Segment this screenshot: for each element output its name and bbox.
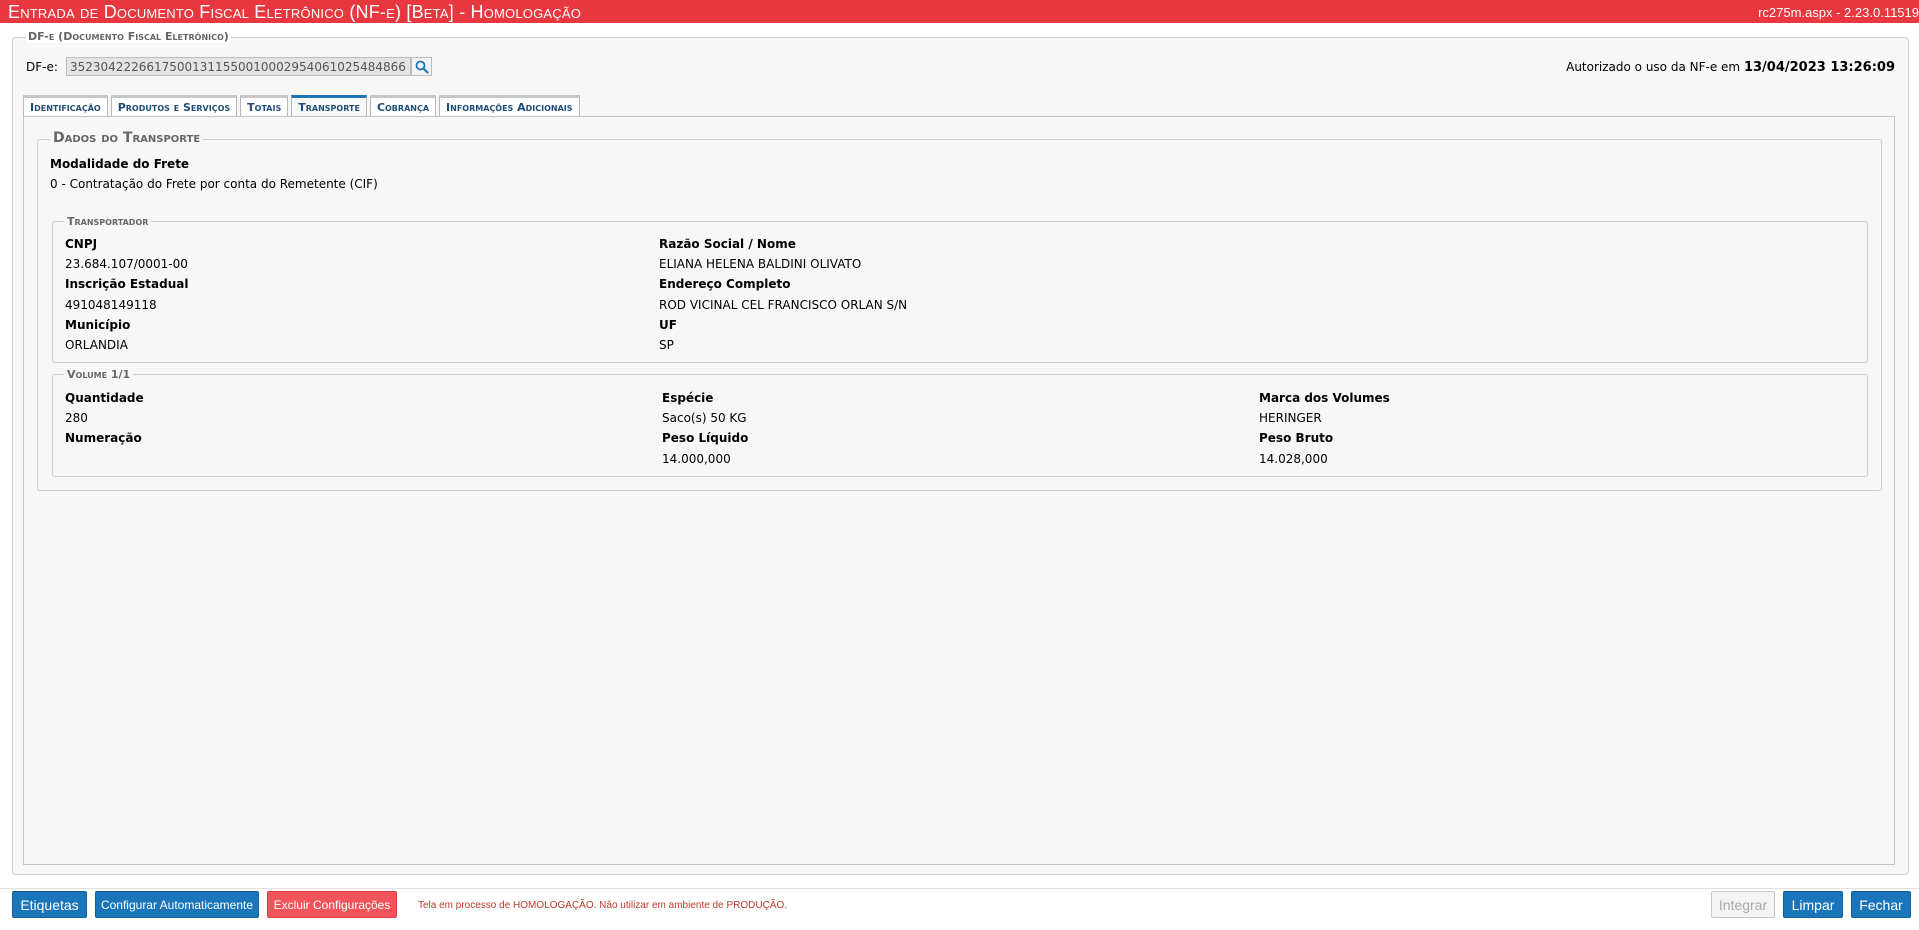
cnpj-value: 23.684.107/0001-00 (65, 257, 188, 271)
modalidade-frete-label: Modalidade do Frete (50, 157, 190, 171)
fechar-button[interactable]: Fechar (1851, 891, 1911, 918)
search-icon (415, 60, 429, 74)
endereco-value: ROD VICINAL CEL FRANCISCO ORLAN S/N (659, 298, 908, 312)
marca-volumes-value: HERINGER (1259, 411, 1322, 425)
limpar-button[interactable]: Limpar (1783, 891, 1843, 918)
version-label: rc275m.aspx - 2.23.0.11519 (1758, 5, 1919, 20)
tab-bar: Identificação Produtos e Serviços Totais… (23, 95, 583, 117)
razao-social-label: Razão Social / Nome (659, 237, 796, 251)
dfe-legend: DF-e (Documento Fiscal Eletrônico) (26, 30, 231, 43)
transportador-fieldset (52, 221, 1868, 363)
peso-bruto-label: Peso Bruto (1259, 431, 1334, 445)
tab-cobranca[interactable]: Cobrança (369, 95, 437, 116)
peso-liquido-value: 14.000,000 (662, 452, 731, 466)
transporte-legend: Dados do Transporte (50, 130, 204, 146)
municipio-value: ORLANDIA (65, 338, 128, 352)
tab-identificacao[interactable]: Identificação (23, 95, 108, 116)
dfe-key-input[interactable] (66, 57, 411, 76)
endereco-label: Endereço Completo (659, 277, 791, 291)
municipio-label: Município (65, 318, 131, 332)
especie-label: Espécie (662, 391, 714, 405)
transportador-legend: Transportador (64, 215, 152, 228)
configurar-automaticamente-button[interactable]: Configurar Automaticamente (95, 891, 259, 918)
volume-legend: Volume 1/1 (64, 368, 134, 381)
volume-fieldset (52, 374, 1868, 477)
autorizado-status: Autorizado o uso da NF-e em 13/04/2023 1… (1566, 60, 1895, 75)
tab-produtos-servicos[interactable]: Produtos e Serviços (110, 95, 238, 116)
modalidade-frete-value: 0 - Contratação do Frete por conta do Re… (50, 177, 378, 191)
peso-bruto-value: 14.028,000 (1259, 452, 1328, 466)
title-bar: Entrada de Documento Fiscal Eletrônico (… (0, 0, 1919, 23)
quantidade-value: 280 (65, 411, 88, 425)
uf-value: SP (659, 338, 674, 352)
marca-volumes-label: Marca dos Volumes (1259, 391, 1390, 405)
numeracao-label: Numeração (65, 431, 142, 445)
cnpj-label: CNPJ (65, 237, 98, 251)
peso-liquido-label: Peso Líquido (662, 431, 749, 445)
autorizado-text: Autorizado o uso da NF-e em (1566, 60, 1741, 74)
inscricao-estadual-value: 491048149118 (65, 298, 157, 312)
quantidade-label: Quantidade (65, 391, 144, 405)
integrar-button[interactable]: Integrar (1711, 891, 1775, 918)
excluir-configuracoes-button[interactable]: Excluir Configurações (267, 891, 397, 918)
tab-totais[interactable]: Totais (240, 95, 289, 116)
page-title: Entrada de Documento Fiscal Eletrônico (… (8, 2, 582, 22)
uf-label: UF (659, 318, 677, 332)
dfe-label: DF-e: (26, 60, 58, 74)
homologacao-warning: Tela em processo de HOMOLOGAÇÃO. Não uti… (418, 900, 788, 911)
dfe-search-button[interactable] (411, 57, 432, 76)
inscricao-estadual-label: Inscrição Estadual (65, 277, 189, 291)
tab-informacoes-adicionais[interactable]: Informações Adicionais (439, 95, 580, 116)
especie-value: Saco(s) 50 KG (662, 411, 747, 425)
autorizado-datetime: 13/04/2023 13:26:09 (1743, 60, 1895, 75)
razao-social-value: ELIANA HELENA BALDINI OLIVATO (659, 257, 862, 271)
etiquetas-button[interactable]: Etiquetas (12, 891, 87, 918)
tab-transporte[interactable]: Transporte (291, 95, 367, 117)
